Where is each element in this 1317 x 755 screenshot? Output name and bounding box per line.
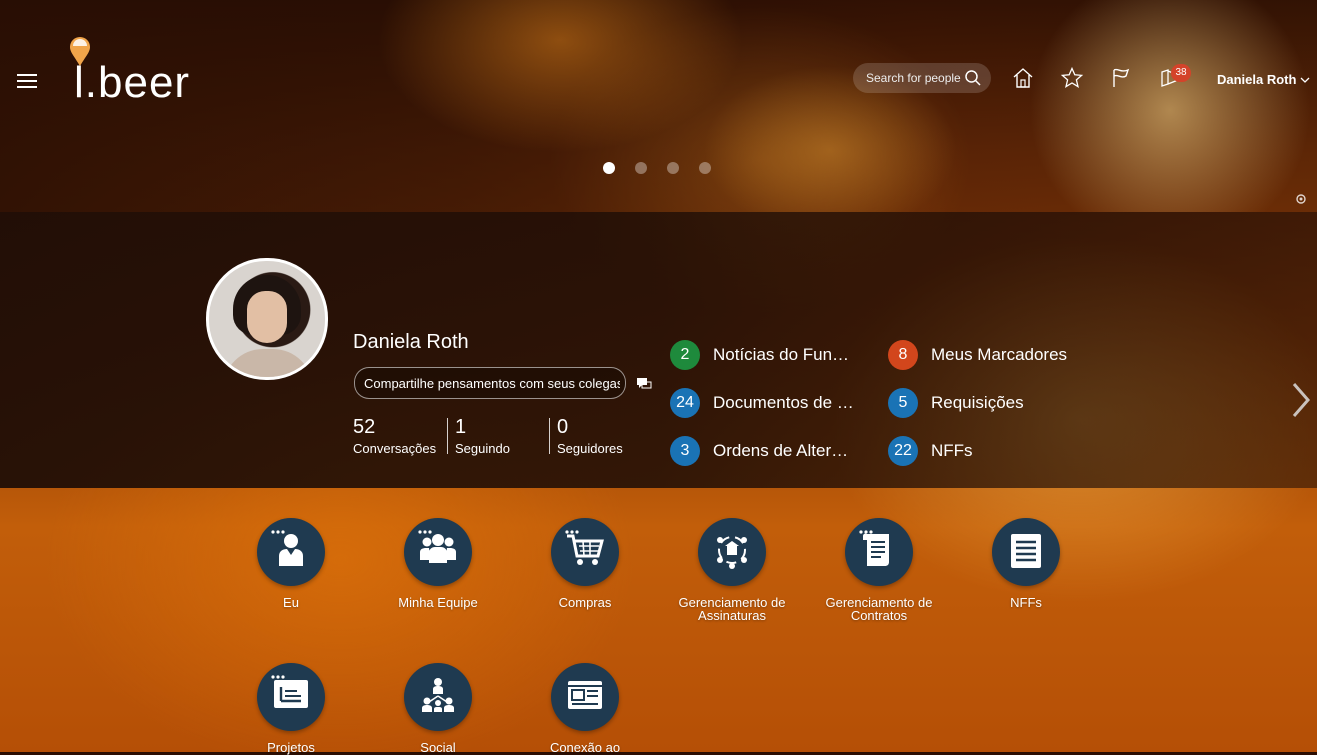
favorites-star-icon[interactable] (1060, 66, 1084, 90)
profile-name[interactable]: Daniela Roth (353, 331, 469, 354)
worklist-item[interactable]: 2 Notícias do Fun… (670, 340, 849, 370)
more-dots-icon[interactable] (859, 530, 873, 534)
app-tile-gerenciamento-contratos[interactable]: Gerenciamento de Contratos (804, 518, 954, 622)
connection-icon (568, 681, 602, 709)
projects-icon (274, 680, 308, 708)
stat-divider (447, 418, 448, 454)
hamburger-menu-icon[interactable] (17, 70, 37, 90)
contract-icon (863, 533, 889, 566)
more-dots-icon[interactable] (271, 530, 285, 534)
worklist-item[interactable]: 8 Meus Marcadores (888, 340, 1067, 370)
more-dots-icon[interactable] (418, 530, 432, 534)
app-tile-projetos[interactable]: Projetos (216, 663, 366, 754)
carousel-dot-3[interactable] (667, 162, 679, 174)
avatar[interactable] (206, 258, 328, 380)
worklist-item[interactable]: 3 Ordens de Alter… (670, 436, 848, 466)
profile-band (0, 212, 1317, 488)
person-icon (279, 534, 303, 566)
more-dots-icon[interactable] (271, 675, 285, 679)
count-badge: 22 (888, 436, 918, 466)
conversation-icon[interactable] (636, 377, 652, 391)
more-dots-icon[interactable] (565, 530, 579, 534)
home-icon[interactable] (1011, 66, 1035, 90)
chevron-down-icon (1301, 77, 1310, 83)
count-badge: 5 (888, 388, 918, 418)
worklist-item[interactable]: 22 NFFs (888, 436, 973, 466)
app-tile-eu[interactable]: Eu (216, 518, 366, 609)
user-name: Daniela Roth (1217, 72, 1297, 87)
count-badge: 3 (670, 436, 700, 466)
search-icon[interactable] (964, 69, 982, 87)
user-menu[interactable]: Daniela Roth (1217, 72, 1310, 87)
carousel-dot-2[interactable] (635, 162, 647, 174)
notification-count-badge: 38 (1171, 64, 1191, 82)
app-tile-gerenciamento-assinaturas[interactable]: Gerenciamento de Assinaturas (657, 518, 807, 622)
share-box[interactable] (354, 367, 626, 399)
app-tile-social[interactable]: Social (363, 663, 513, 754)
app-tile-conexao[interactable]: Conexão ao (510, 663, 660, 754)
app-tile-minha-equipe[interactable]: Minha Equipe (363, 518, 513, 609)
app-tile-nffs[interactable]: NFFs (951, 518, 1101, 609)
social-icon (422, 678, 454, 712)
count-badge: 24 (670, 388, 700, 418)
count-badge: 8 (888, 340, 918, 370)
stat-followers[interactable]: 0 Seguidores (557, 416, 623, 456)
document-list-icon (1011, 534, 1041, 568)
subscriptions-icon (717, 536, 747, 569)
stat-following[interactable]: 1 Seguindo (455, 416, 510, 456)
count-badge: 2 (670, 340, 700, 370)
search-input[interactable] (864, 70, 964, 86)
gear-icon[interactable] (1294, 192, 1308, 206)
flag-icon[interactable] (1109, 66, 1133, 90)
search-box[interactable] (853, 63, 991, 93)
stat-divider (549, 418, 550, 454)
chevron-right-icon[interactable] (1290, 380, 1312, 420)
worklist-item[interactable]: 24 Documentos de … (670, 388, 854, 418)
cart-icon (567, 534, 604, 565)
team-icon (420, 534, 456, 563)
logo[interactable]: l.beer (66, 36, 206, 108)
carousel-dot-1[interactable] (603, 162, 615, 174)
carousel-dots (603, 162, 711, 174)
carousel-dot-4[interactable] (699, 162, 711, 174)
logo-text: l.beer (74, 58, 191, 107)
stat-conversations[interactable]: 52 Conversações (353, 416, 436, 456)
app-tile-compras[interactable]: Compras (510, 518, 660, 609)
share-thoughts-input[interactable] (362, 374, 622, 392)
worklist-item[interactable]: 5 Requisições (888, 388, 1024, 418)
